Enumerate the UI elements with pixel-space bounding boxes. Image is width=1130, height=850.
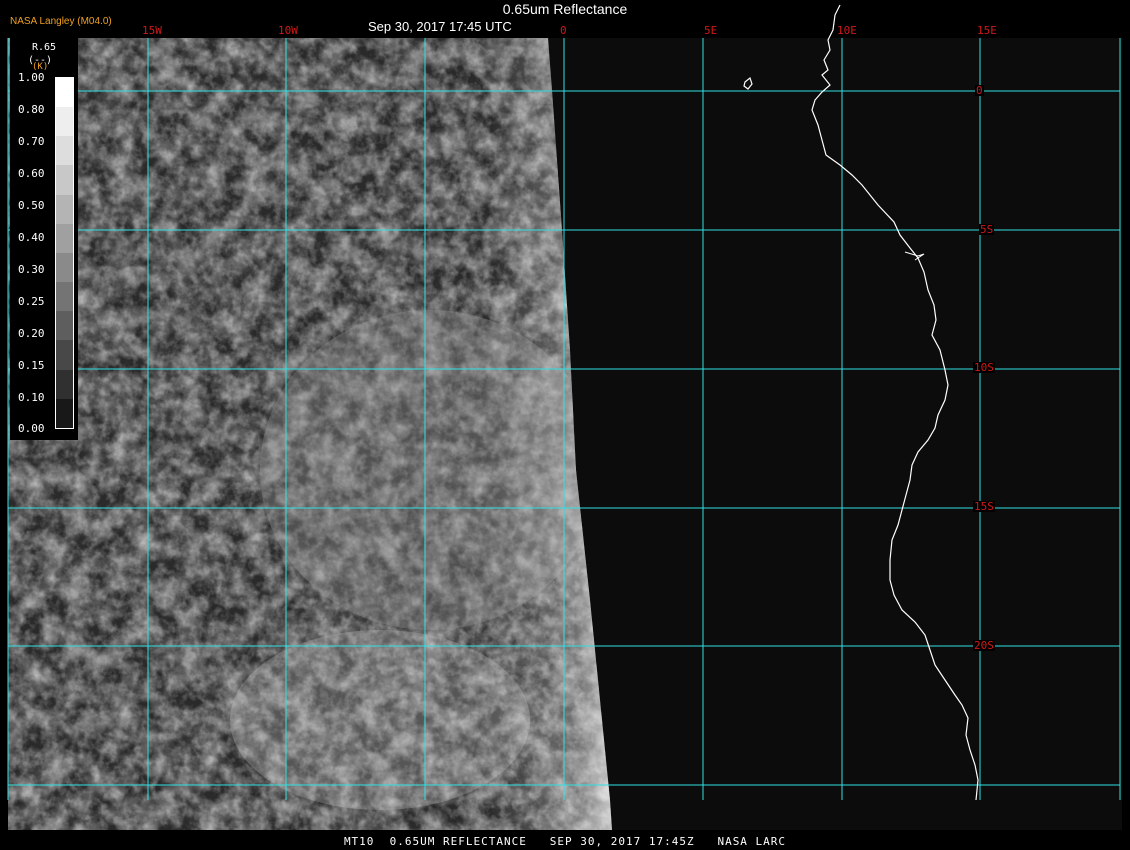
longitude-label-5e: 5E bbox=[703, 24, 719, 37]
legend-color-step bbox=[56, 78, 73, 108]
legend-tick: 0.10 bbox=[18, 391, 45, 404]
color-legend: R.65 (--) (K) 1.00 0.80 0.70 0.60 0.50 0… bbox=[10, 38, 78, 440]
legend-tick: 0.00 bbox=[18, 422, 45, 435]
legend-tick: 0.30 bbox=[18, 263, 45, 276]
legend-tick: 0.50 bbox=[18, 199, 45, 212]
legend-tick: 0.60 bbox=[18, 167, 45, 180]
latitude-label-10s: 10S bbox=[973, 361, 995, 374]
longitude-label-0: 0 bbox=[559, 24, 568, 37]
legend-color-step bbox=[56, 194, 73, 224]
latitude-label-5s: 5S bbox=[979, 223, 995, 236]
legend-tick: 0.20 bbox=[18, 327, 45, 340]
legend-color-bar bbox=[55, 77, 74, 429]
image-timestamp: Sep 30, 2017 17:45 UTC bbox=[368, 19, 512, 34]
longitude-label-10w: 10W bbox=[277, 24, 299, 37]
legend-color-step bbox=[56, 369, 73, 399]
legend-tick: 1.00 bbox=[18, 71, 45, 84]
legend-title: R.65 bbox=[31, 42, 57, 53]
legend-tick: 0.15 bbox=[18, 359, 45, 372]
legend-tick: 0.25 bbox=[18, 295, 45, 308]
provider-label: NASA Langley (M04.0) bbox=[10, 16, 112, 27]
legend-color-step bbox=[56, 136, 73, 166]
legend-color-step bbox=[56, 282, 73, 312]
latitude-label-15s: 15S bbox=[973, 500, 995, 513]
legend-color-step bbox=[56, 107, 73, 137]
legend-color-step bbox=[56, 398, 73, 428]
legend-color-step bbox=[56, 340, 73, 370]
legend-tick: 0.70 bbox=[18, 135, 45, 148]
image-title: 0.65um Reflectance bbox=[502, 1, 628, 17]
dark-region bbox=[548, 38, 1122, 830]
cloud-imagery bbox=[8, 38, 612, 830]
longitude-label-15w: 15W bbox=[141, 24, 163, 37]
image-caption: MT10 0.65UM REFLECTANCE SEP 30, 2017 17:… bbox=[343, 835, 787, 848]
longitude-label-10e: 10E bbox=[836, 24, 858, 37]
legend-tick: 0.80 bbox=[18, 103, 45, 116]
longitude-label-15e: 15E bbox=[976, 24, 998, 37]
legend-tick: 0.40 bbox=[18, 231, 45, 244]
latitude-label-20s: 20S bbox=[973, 639, 995, 652]
latitude-label-0: 0 bbox=[975, 84, 984, 97]
legend-color-step bbox=[56, 252, 73, 283]
satellite-map bbox=[0, 0, 1130, 850]
legend-color-step bbox=[56, 165, 73, 195]
legend-color-step bbox=[56, 311, 73, 341]
legend-color-step bbox=[56, 223, 73, 253]
